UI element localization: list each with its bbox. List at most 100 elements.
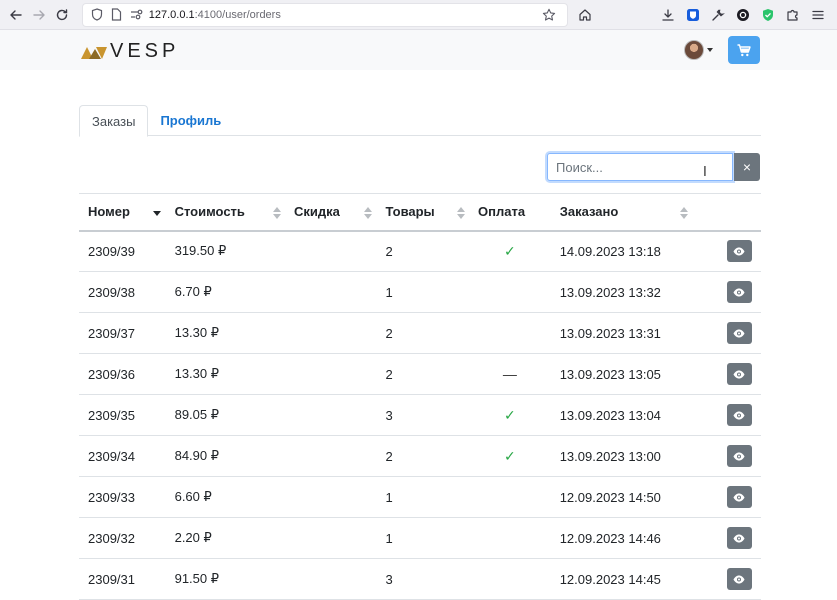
table-row: 2309/36 13.30 ₽ 2 — 13.09.2023 13:05	[79, 353, 761, 395]
download-icon[interactable]	[657, 4, 679, 26]
order-date: 13.09.2023 13:05	[550, 353, 710, 395]
shield-icon[interactable]	[89, 7, 105, 23]
order-cost: 89.05 ₽	[165, 394, 286, 436]
view-order-button[interactable]	[726, 568, 752, 590]
column-header-ordered[interactable]: Заказано	[550, 193, 710, 232]
order-items-count: 3	[376, 394, 470, 436]
order-cost: 84.90 ₽	[165, 435, 286, 477]
order-discount	[285, 435, 377, 477]
paid-check-icon: ✓	[503, 406, 516, 423]
view-order-button[interactable]	[726, 322, 752, 344]
bitwarden-extension-icon[interactable]	[682, 4, 704, 26]
order-date: 13.09.2023 13:04	[550, 394, 710, 436]
order-number: 2309/39	[79, 230, 166, 272]
column-header-items[interactable]: Товары	[376, 193, 470, 232]
order-payment-status	[469, 312, 551, 354]
order-items-count: 2	[376, 435, 470, 477]
column-label: Номер	[88, 204, 130, 220]
column-header-actions	[709, 193, 761, 232]
back-arrow-icon[interactable]	[8, 4, 23, 26]
column-header-cost[interactable]: Стоимость	[165, 193, 286, 232]
wrench-icon[interactable]	[707, 4, 729, 26]
table-row: 2309/38 6.70 ₽ 1 13.09.2023 13:32	[79, 271, 761, 313]
column-label: Скидка	[294, 204, 340, 220]
order-date: 13.09.2023 13:32	[550, 271, 710, 313]
column-label: Заказано	[559, 204, 619, 220]
eye-icon	[733, 493, 745, 501]
eye-icon	[733, 411, 745, 419]
table-row: 2309/35 89.05 ₽ 3 ✓ 13.09.2023 13:04	[79, 394, 761, 436]
table-row: 2309/31 91.50 ₽ 3 12.09.2023 14:45	[79, 558, 761, 600]
eye-icon	[733, 329, 745, 337]
order-actions	[709, 394, 761, 436]
tabs: Заказы Профиль	[79, 105, 761, 137]
order-date: 13.09.2023 13:00	[550, 435, 710, 477]
home-icon[interactable]	[578, 4, 593, 26]
tab-profile[interactable]: Профиль	[148, 105, 233, 136]
order-cost: 6.70 ₽	[165, 271, 286, 313]
menu-hamburger-icon[interactable]	[807, 4, 829, 26]
order-actions	[709, 353, 761, 395]
table-row: 2309/37 13.30 ₽ 2 13.09.2023 13:31	[79, 312, 761, 354]
eye-icon	[733, 370, 745, 378]
reload-icon[interactable]	[55, 4, 70, 26]
cart-button[interactable]	[728, 36, 760, 64]
order-cost: 13.30 ₽	[165, 353, 286, 395]
column-label: Стоимость	[174, 204, 245, 220]
order-payment-status: ✓	[469, 394, 551, 436]
order-discount	[285, 312, 377, 354]
order-cost: 319.50 ₽	[165, 230, 286, 272]
view-order-button[interactable]	[726, 445, 752, 467]
clear-search-button[interactable]: ×	[734, 153, 760, 181]
order-items-count: 2	[376, 353, 470, 395]
page-icon[interactable]	[109, 7, 125, 23]
order-discount	[285, 271, 377, 313]
order-number: 2309/31	[79, 558, 166, 600]
close-icon: ×	[742, 159, 752, 175]
view-order-button[interactable]	[726, 404, 752, 426]
site-logo[interactable]: VESP	[80, 40, 179, 63]
forward-arrow-icon[interactable]	[31, 4, 46, 26]
shield-extension-icon[interactable]	[757, 4, 779, 26]
view-order-button[interactable]	[726, 363, 752, 385]
browser-toolbar: 127.0.0.1:4100/user/orders	[0, 0, 837, 30]
order-cost: 2.20 ₽	[165, 517, 286, 559]
cart-icon	[737, 43, 751, 56]
extensions-puzzle-icon[interactable]	[782, 4, 804, 26]
eye-icon	[733, 575, 745, 583]
column-header-discount[interactable]: Скидка	[285, 193, 377, 232]
order-actions	[709, 517, 761, 559]
view-order-button[interactable]	[726, 486, 752, 508]
column-header-number[interactable]: Номер	[79, 193, 166, 232]
url-path: :4100/user/orders	[194, 8, 281, 21]
order-items-count: 2	[376, 230, 470, 272]
user-menu-toggle[interactable]	[684, 40, 713, 60]
order-cost: 91.50 ₽	[165, 558, 286, 600]
view-order-button[interactable]	[726, 240, 752, 263]
table-row: 2309/39 319.50 ₽ 2 ✓ 14.09.2023 13:18	[79, 230, 761, 272]
view-order-button[interactable]	[726, 281, 752, 303]
order-actions	[709, 271, 761, 313]
circle-extension-icon[interactable]	[732, 4, 754, 26]
url-bar[interactable]: 127.0.0.1:4100/user/orders	[81, 2, 568, 27]
order-payment-status: ✓	[469, 230, 551, 272]
eye-icon	[733, 288, 745, 296]
column-label: Оплата	[478, 204, 526, 220]
sort-icon	[456, 207, 465, 219]
order-actions	[709, 476, 761, 518]
order-items-count: 3	[376, 558, 470, 600]
order-actions	[709, 312, 761, 354]
table-header-row: Номер Стоимость Скидка Товары Оплата Зак…	[79, 193, 761, 232]
eye-icon	[733, 534, 745, 542]
table-row: 2309/34 84.90 ₽ 2 ✓ 13.09.2023 13:00	[79, 435, 761, 477]
bookmark-star-icon[interactable]	[541, 7, 557, 23]
permissions-icon[interactable]	[129, 7, 145, 23]
order-discount	[285, 353, 377, 395]
view-order-button[interactable]	[726, 527, 752, 549]
order-date: 14.09.2023 13:18	[550, 230, 710, 272]
order-number: 2309/38	[79, 271, 166, 313]
order-number: 2309/34	[79, 435, 166, 477]
tab-orders[interactable]: Заказы	[79, 105, 149, 137]
chevron-down-icon	[707, 48, 713, 52]
order-cost: 13.30 ₽	[165, 312, 286, 354]
